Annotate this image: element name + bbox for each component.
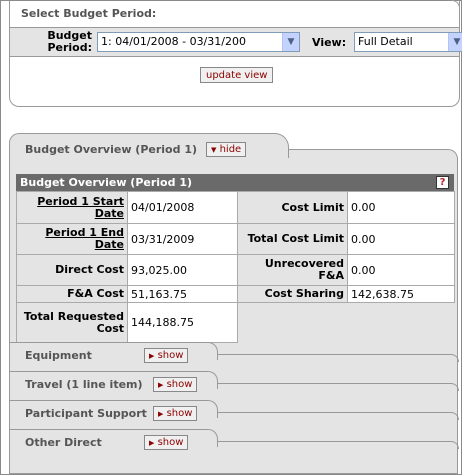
total-cost-limit-value: 0.00: [347, 223, 455, 255]
cost-limit-value: 0.00: [347, 191, 455, 224]
period-start-label: Period 1 Start Date: [16, 191, 128, 224]
show-label: show: [157, 350, 184, 361]
equipment-show-button[interactable]: ▶ show: [144, 348, 189, 363]
triangle-down-icon: ▼: [211, 146, 217, 154]
show-label: show: [157, 437, 184, 448]
unrecovered-fa-label: Unrecovered F&A: [237, 254, 348, 286]
other-direct-tab-title: Other Direct: [25, 436, 102, 449]
direct-cost-value: 93,025.00: [127, 254, 238, 286]
budget-period-page: Select Budget Period: Budget Period: 1: …: [0, 0, 462, 475]
participant-support-tab-header: Participant Support ▶ show: [10, 400, 218, 421]
total-cost-limit-label: Total Cost Limit: [237, 223, 348, 255]
cost-limit-label: Cost Limit: [237, 191, 348, 224]
budget-overview-tab-title: Budget Overview (Period 1): [25, 143, 197, 156]
triangle-right-icon: ▶: [158, 410, 164, 418]
budget-period-select-value: 1: 04/01/2008 - 03/31/200: [101, 35, 246, 48]
participant-support-tab: Participant Support ▶ show: [10, 400, 459, 430]
total-requested-cost-label: Total Requested Cost: [16, 302, 128, 343]
equipment-tab-title: Equipment: [25, 349, 92, 362]
budget-period-select[interactable]: 1: 04/01/2008 - 03/31/200 ▼: [97, 32, 300, 52]
participant-support-show-button[interactable]: ▶ show: [153, 406, 198, 421]
travel-show-button[interactable]: ▶ show: [153, 377, 198, 392]
budget-overview-body: Budget Overview (Period 1) ? Period 1 St…: [9, 158, 459, 474]
fa-cost-label: F&A Cost: [16, 285, 128, 303]
fa-cost-value: 51,163.75: [127, 285, 238, 303]
unrecovered-fa-value: 0.00: [347, 254, 455, 286]
travel-tab: Travel (1 line item) ▶ show: [10, 371, 459, 401]
other-direct-show-button[interactable]: ▶ show: [144, 435, 189, 450]
total-requested-cost-value: 144,188.75: [127, 302, 238, 343]
cost-sharing-label: Cost Sharing: [237, 285, 348, 303]
table-row: Period 1 End Date 03/31/2009 Total Cost …: [16, 223, 455, 255]
view-label: View:: [312, 36, 347, 49]
hide-button[interactable]: ▼ hide: [206, 142, 247, 157]
table-row: Direct Cost 93,025.00 Unrecovered F&A 0.…: [16, 254, 455, 286]
budget-period-label: Budget Period:: [47, 29, 92, 54]
budget-overview-header-title: Budget Overview (Period 1): [20, 176, 192, 189]
tab-header-extension: [217, 412, 459, 420]
chevron-down-icon: ▼: [282, 33, 299, 51]
budget-overview-table: Period 1 Start Date 04/01/2008 Cost Limi…: [16, 191, 455, 343]
tab-header-extension: [217, 441, 459, 449]
show-label: show: [166, 408, 193, 419]
other-direct-tab-header: Other Direct ▶ show: [10, 429, 218, 450]
triangle-right-icon: ▶: [149, 439, 155, 447]
cost-sharing-value: 142,638.75: [347, 285, 455, 303]
table-row: Total Requested Cost 144,188.75: [16, 302, 455, 343]
period-end-link[interactable]: Period 1 End Date: [45, 226, 124, 251]
period-start-link[interactable]: Period 1 Start Date: [37, 195, 124, 220]
period-end-label: Period 1 End Date: [16, 223, 128, 255]
blank-cell: [237, 302, 455, 343]
travel-tab-title: Travel (1 line item): [25, 378, 143, 391]
budget-overview-header: Budget Overview (Period 1) ?: [16, 174, 454, 191]
travel-tab-header: Travel (1 line item) ▶ show: [10, 371, 218, 392]
view-select-value: Full Detail: [358, 35, 413, 48]
show-label: show: [166, 379, 193, 390]
update-view-button[interactable]: update view: [200, 67, 274, 83]
chevron-down-icon: ▼: [448, 33, 462, 51]
equipment-tab: Equipment ▶ show: [10, 342, 459, 372]
budget-overview-tab: Budget Overview (Period 1) ▼ hide Budget…: [9, 133, 459, 474]
direct-cost-label: Direct Cost: [16, 254, 128, 286]
period-start-value: 04/01/2008: [127, 191, 238, 224]
select-budget-period-box: Select Budget Period: Budget Period: 1: …: [9, 0, 462, 107]
table-row: F&A Cost 51,163.75 Cost Sharing 142,638.…: [16, 285, 455, 303]
other-direct-tab: Other Direct ▶ show: [10, 429, 459, 459]
tab-header-extension: [217, 383, 459, 391]
triangle-right-icon: ▶: [149, 352, 155, 360]
hide-label: hide: [219, 144, 242, 155]
select-row: Budget Period: 1: 04/01/2008 - 03/31/200…: [10, 27, 462, 57]
table-row: Period 1 Start Date 04/01/2008 Cost Limi…: [16, 191, 455, 224]
budget-overview-tab-header: Budget Overview (Period 1) ▼ hide: [9, 133, 289, 158]
tab-header-extension: [217, 354, 459, 362]
equipment-tab-header: Equipment ▶ show: [10, 342, 218, 363]
select-budget-period-title: Select Budget Period:: [21, 7, 157, 20]
period-end-value: 03/31/2009: [127, 223, 238, 255]
triangle-right-icon: ▶: [158, 381, 164, 389]
help-icon[interactable]: ?: [436, 176, 449, 189]
participant-support-tab-title: Participant Support: [25, 407, 147, 420]
view-select[interactable]: Full Detail ▼: [354, 32, 462, 52]
